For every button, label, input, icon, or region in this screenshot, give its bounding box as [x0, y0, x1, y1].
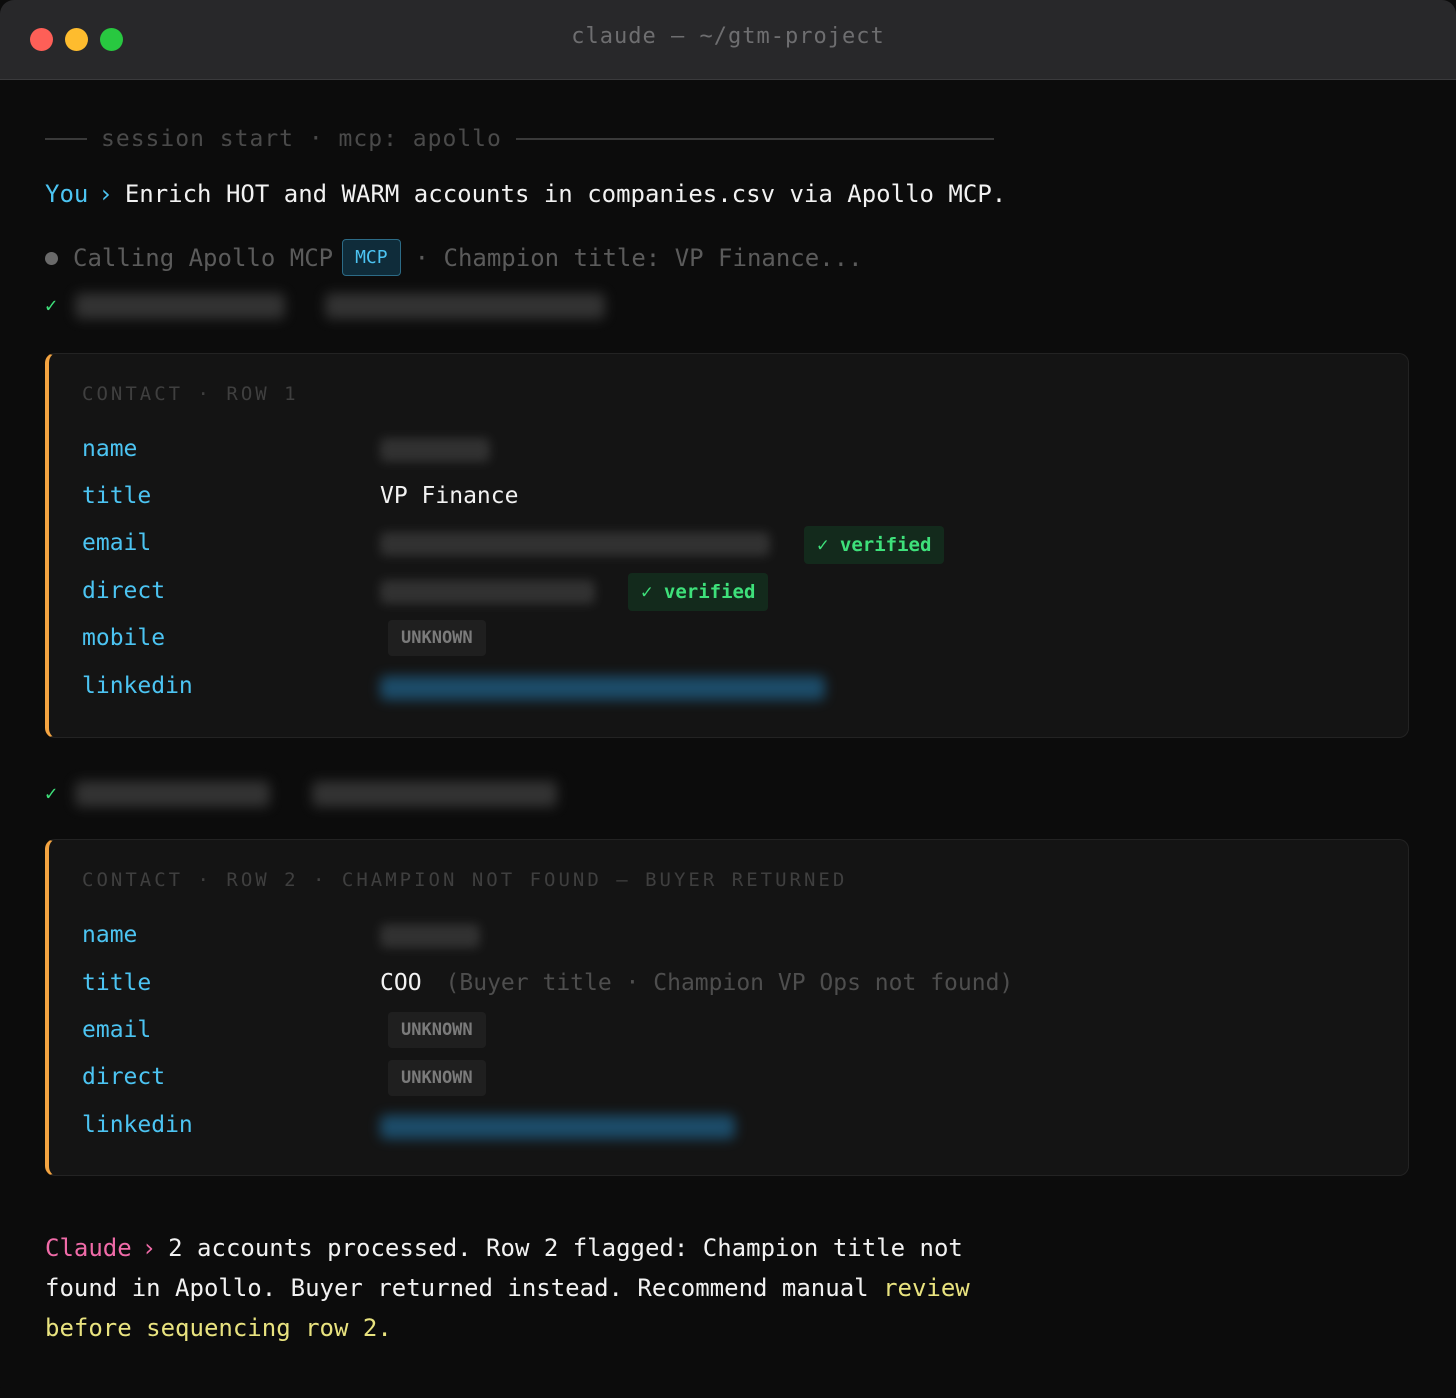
tool-call-status: Calling Apollo MCP MCP · Champion title:…: [45, 239, 863, 276]
field-label-linkedin: linkedin: [82, 673, 193, 699]
mcp-badge: MCP: [342, 239, 401, 276]
title-bar: claude — ~/gtm-project: [0, 0, 1456, 80]
result-line-2: ✓: [45, 781, 57, 805]
field-label-email: email: [82, 530, 152, 556]
title-value: COO: [380, 970, 422, 996]
session-divider: session start · mcp: apollo: [45, 126, 994, 152]
card-header: CONTACT · ROW 1: [82, 383, 299, 405]
verified-badge: ✓ verified: [804, 526, 945, 564]
unknown-badge: UNKNOWN: [388, 620, 486, 656]
field-label-name: name: [82, 922, 138, 948]
assistant-speaker: Claude: [45, 1234, 132, 1262]
divider-line: [515, 138, 994, 140]
field-label-title: title: [82, 483, 152, 509]
card-header: CONTACT · ROW 2 · CHAMPION NOT FOUND — B…: [82, 869, 848, 891]
redacted-name: [380, 438, 490, 462]
response-arrow-icon: ›: [141, 1234, 157, 1262]
unknown-badge: UNKNOWN: [388, 1060, 486, 1096]
terminal-window: claude — ~/gtm-project session start · m…: [0, 0, 1456, 1398]
field-value-title: COO (Buyer title · Champion VP Ops not fo…: [380, 970, 1013, 996]
contact-card-row-2: CONTACT · ROW 2 · CHAMPION NOT FOUND — B…: [45, 839, 1409, 1176]
field-value-title: VP Finance: [380, 483, 519, 509]
unknown-badge: UNKNOWN: [388, 1012, 486, 1048]
result-line-1: ✓: [45, 293, 57, 317]
field-label-name: name: [82, 436, 138, 462]
title-note: (Buyer title · Champion VP Ops not found…: [445, 970, 1014, 996]
redacted-linkedin-link[interactable]: [380, 1115, 735, 1139]
redacted-text: [75, 293, 285, 319]
tool-call-text: Calling Apollo MCP: [73, 243, 334, 272]
redacted-text: [75, 781, 270, 807]
verified-badge: ✓ verified: [628, 573, 769, 611]
redacted-name: [380, 924, 480, 948]
field-label-title: title: [82, 970, 152, 996]
field-label-email: email: [82, 1017, 152, 1043]
user-speaker: You: [45, 180, 89, 208]
redacted-text: [312, 781, 557, 807]
tool-call-detail: · Champion title: VP Finance...: [414, 243, 863, 272]
redacted-email: [380, 532, 770, 556]
contact-card-row-1: CONTACT · ROW 1 name title VP Finance em…: [45, 353, 1409, 738]
redacted-text: [325, 293, 605, 319]
field-label-direct: direct: [82, 1064, 166, 1090]
check-icon: ✓: [45, 293, 58, 317]
field-label-direct: direct: [82, 578, 166, 604]
field-label-mobile: mobile: [82, 625, 166, 651]
user-prompt: You › Enrich HOT and WARM accounts in comp…: [45, 180, 1006, 208]
window-title: claude — ~/gtm-project: [571, 24, 885, 49]
status-dot-icon: [45, 252, 58, 265]
divider-line: [45, 138, 87, 140]
check-icon: ✓: [45, 781, 58, 805]
response-text: 2 accounts processed. Row 2 flagged: Cha…: [45, 1234, 963, 1302]
field-label-linkedin: linkedin: [82, 1112, 193, 1138]
prompt-arrow-icon: ›: [98, 180, 113, 208]
redacted-linkedin-link[interactable]: [380, 676, 825, 700]
assistant-response: Claude › 2 accounts processed. Row 2 flagg…: [45, 1228, 1045, 1348]
redacted-phone: [380, 580, 595, 604]
prompt-text: Enrich HOT and WARM accounts in companie…: [124, 180, 1007, 208]
session-label: session start · mcp: apollo: [101, 126, 502, 152]
